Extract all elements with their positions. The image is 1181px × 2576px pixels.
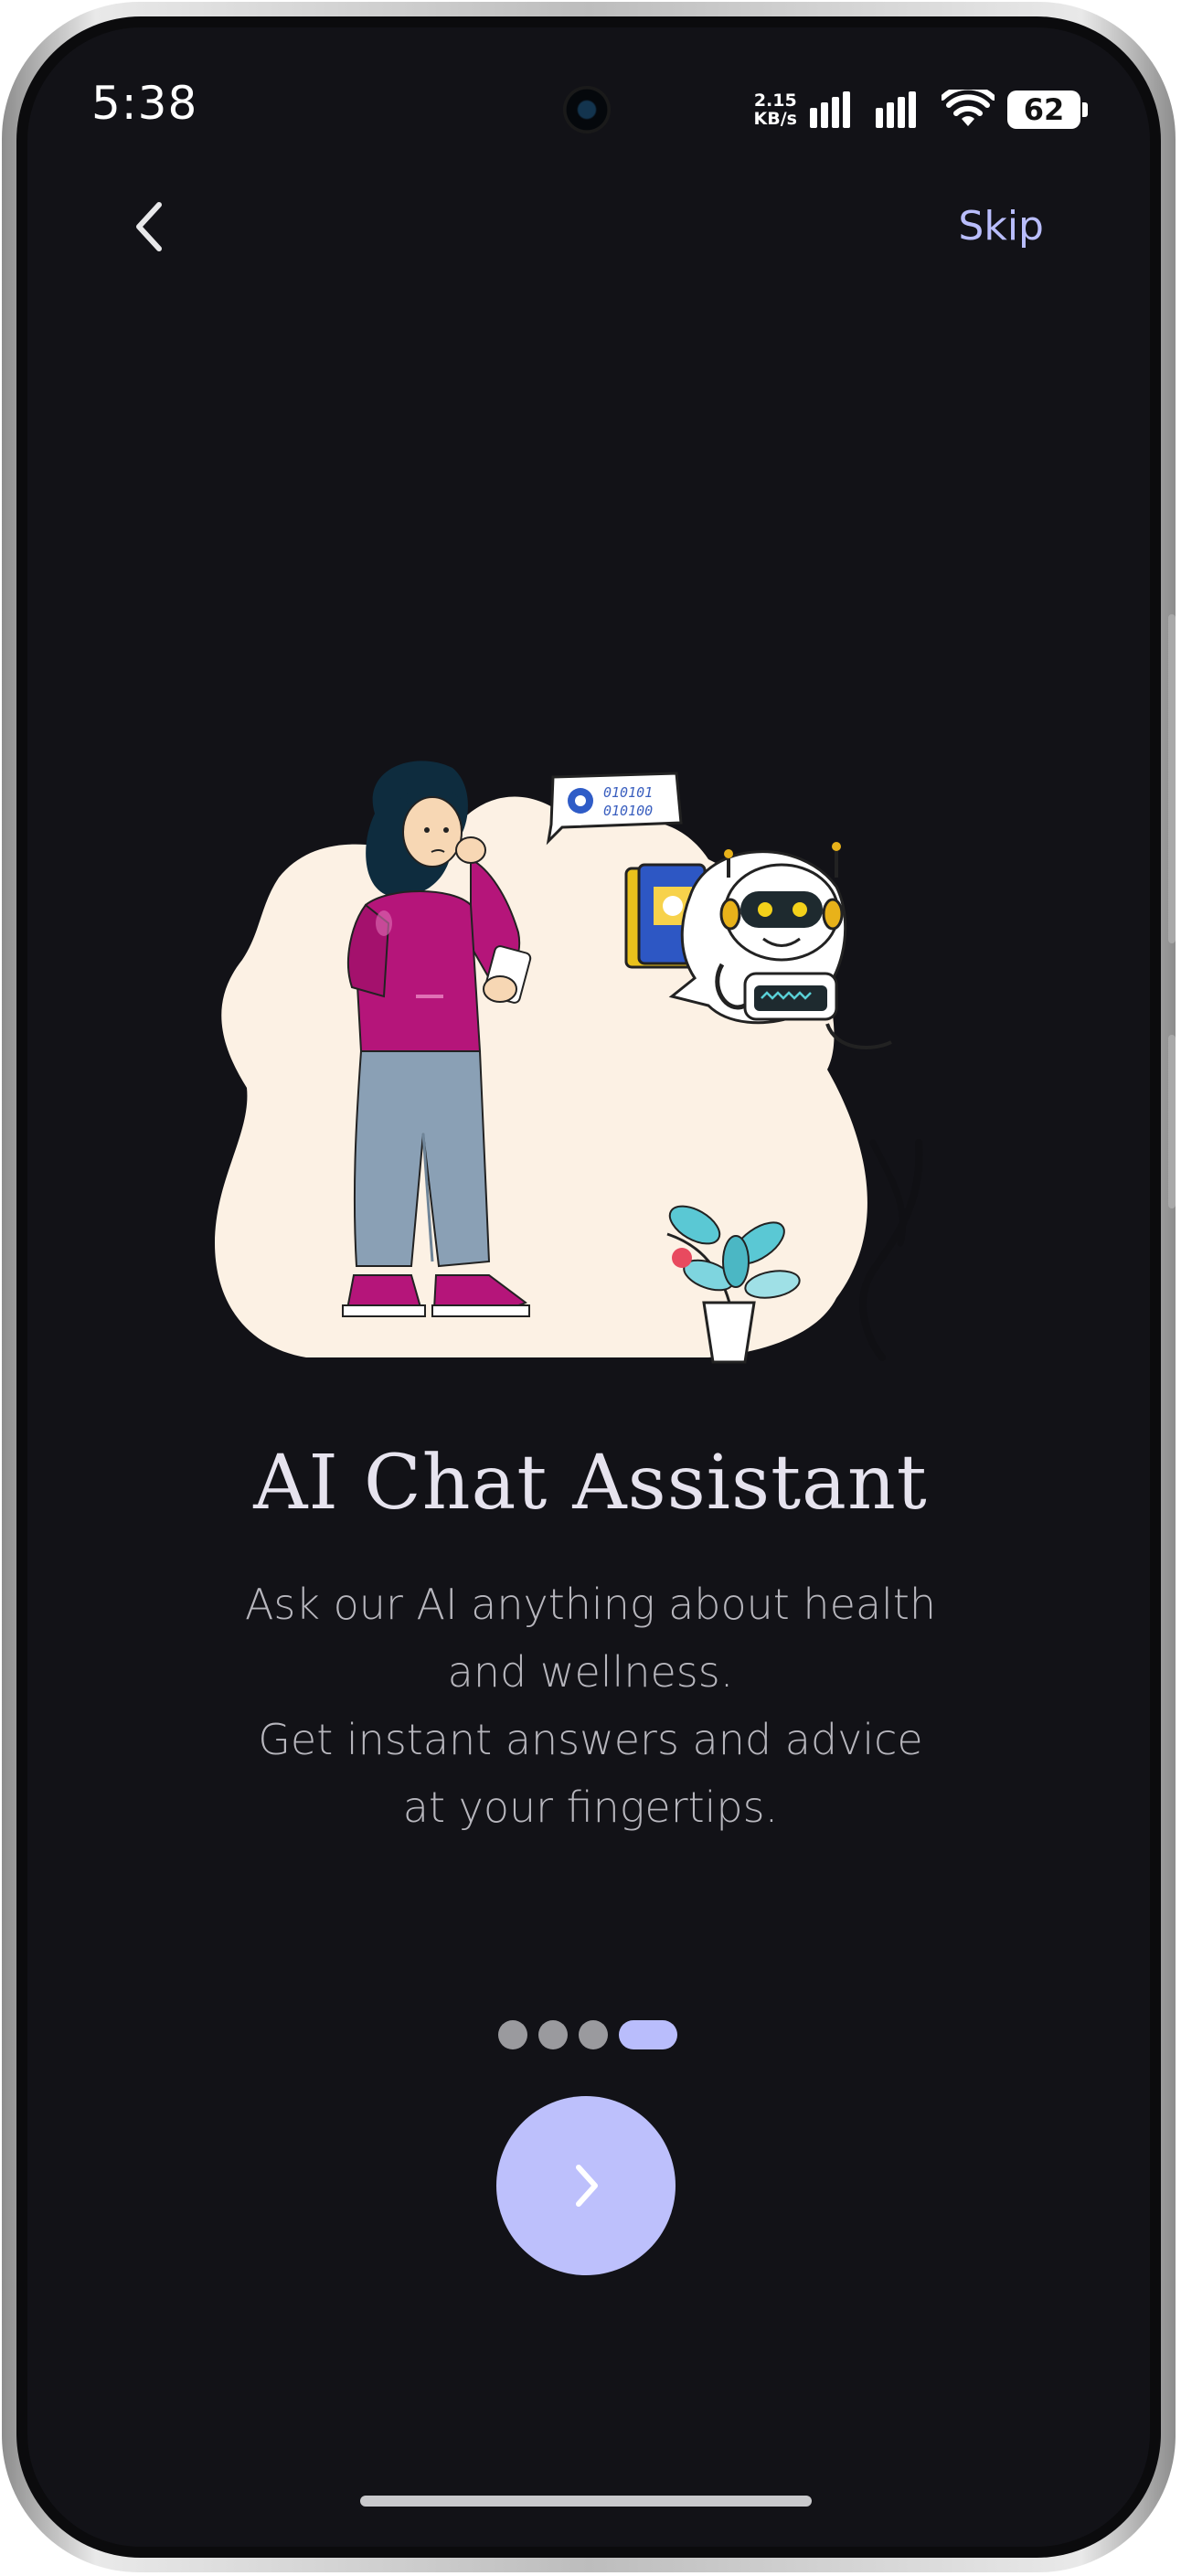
front-camera: [563, 86, 611, 133]
page-dot-3[interactable]: [579, 2020, 608, 2049]
bubble-line-1: 010101: [603, 784, 653, 801]
network-speed-unit: KB/s: [753, 109, 797, 129]
description-line: Get instant answers and advice: [258, 1715, 923, 1764]
home-indicator[interactable]: [360, 2496, 812, 2507]
status-time: 5:38: [91, 77, 198, 130]
wifi-icon: [942, 90, 995, 126]
page-dot-1[interactable]: [498, 2020, 527, 2049]
chevron-left-icon: [136, 202, 162, 251]
network-speed-value: 2.15: [753, 90, 797, 111]
volume-button: [1168, 614, 1176, 943]
status-icons: 2.15 KB/s 62: [754, 82, 1088, 137]
back-button[interactable]: [112, 190, 185, 263]
next-button[interactable]: [496, 2096, 676, 2275]
signal-icon: [810, 91, 850, 128]
page-dot-4-active[interactable]: [619, 2020, 677, 2049]
signal-icon-2: [876, 91, 916, 128]
power-button: [1168, 1035, 1176, 1208]
onboarding-description: Ask our AI anything about health and wel…: [110, 1570, 1071, 1841]
network-speed: 2.15 KB/s: [754, 91, 797, 128]
description-line: at your fingertips.: [402, 1783, 779, 1832]
ai-chat-illustration: 010101 010100: [215, 761, 923, 1364]
page-indicator: [498, 2020, 677, 2049]
battery-level: 62: [1023, 92, 1065, 127]
skip-button[interactable]: Skip: [958, 203, 1044, 250]
description-line: Ask our AI anything about health: [244, 1580, 937, 1629]
page-dot-2[interactable]: [538, 2020, 568, 2049]
chevron-right-icon: [576, 2165, 598, 2207]
bubble-line-2: 010100: [603, 803, 653, 819]
battery-icon: 62: [1007, 90, 1088, 129]
description-line: and wellness.: [447, 1647, 734, 1697]
onboarding-title: AI Chat Assistant: [253, 1440, 928, 1527]
